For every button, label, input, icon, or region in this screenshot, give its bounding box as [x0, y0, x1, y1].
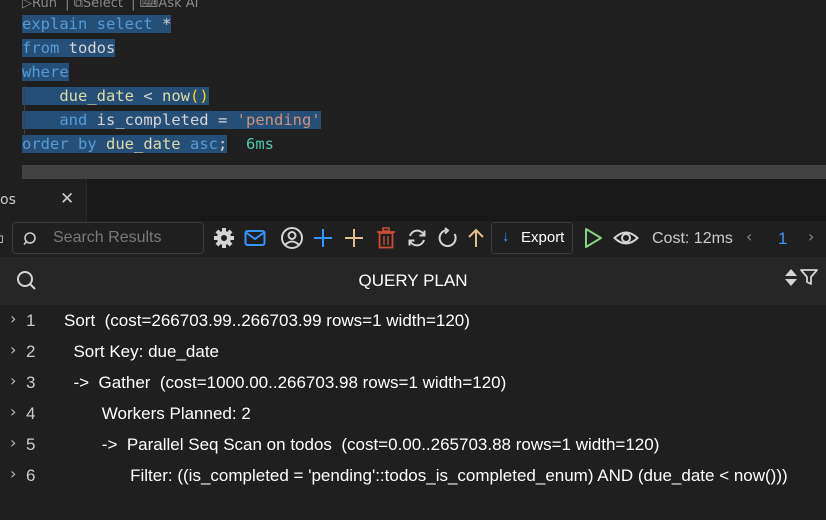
page-number: 1	[778, 229, 788, 248]
code-line-2[interactable]: from todos	[22, 36, 116, 60]
search-icon	[23, 232, 36, 246]
table-row[interactable]: › 6 Filter: ((is_completed = 'pending'::…	[0, 462, 826, 493]
chevron-right-icon[interactable]: ›	[10, 433, 16, 452]
chevron-right-icon[interactable]: ›	[10, 371, 16, 390]
row-number: 4	[26, 404, 36, 423]
select-codelens[interactable]: ⧉Select	[74, 0, 125, 11]
row-number: 6	[26, 466, 36, 485]
scrollbar-gutter	[0, 165, 22, 179]
mail-icon[interactable]	[243, 226, 267, 250]
arrow-up-icon[interactable]	[464, 226, 488, 250]
close-icon[interactable]: ✕	[60, 189, 74, 209]
trash-icon[interactable]	[374, 226, 398, 250]
results-tab-strip: os ✕	[0, 179, 826, 221]
sql-editor[interactable]: ▷Run | ⧉Select | ⌨Ask AI explain select …	[0, 0, 826, 165]
row-number: 1	[26, 311, 36, 330]
row-number: 3	[26, 373, 36, 392]
code-line-4[interactable]: due_date < now()	[22, 84, 209, 108]
add-column-icon[interactable]	[342, 226, 366, 250]
cost-text: Cost: 12ms	[652, 230, 733, 247]
next-page-button[interactable]: ›	[808, 227, 814, 246]
query-plan-cell[interactable]: Sort (cost=266703.99..266703.99 rows=1 w…	[64, 311, 470, 331]
run-codelens[interactable]: ▷Run	[22, 0, 59, 11]
panel-edge-icon: ▫	[0, 229, 4, 247]
chevron-right-icon[interactable]: ›	[10, 309, 16, 328]
table-row[interactable]: › 3 -> Gather (cost=1000.00..266703.98 r…	[0, 369, 826, 400]
export-button[interactable]: ↓ Export	[491, 222, 573, 254]
code-line-5[interactable]: and is_completed = 'pending'	[22, 108, 321, 132]
code-line-3[interactable]: where	[22, 60, 69, 84]
row-number: 2	[26, 342, 36, 361]
table-row[interactable]: › 4 Workers Planned: 2	[0, 400, 826, 431]
chevron-right-icon[interactable]: ›	[10, 402, 16, 421]
add-row-icon[interactable]	[311, 226, 335, 250]
row-number: 5	[26, 435, 36, 454]
results-header: QUERY PLAN	[0, 257, 826, 305]
query-plan-cell[interactable]: Workers Planned: 2	[64, 404, 251, 424]
sort-icon[interactable]	[784, 268, 798, 288]
code-line-6[interactable]: order by due_date asc; 6ms	[22, 132, 274, 156]
search-input[interactable]	[53, 227, 198, 249]
query-timing: 6ms	[246, 135, 274, 153]
table-row[interactable]: › 1 Sort (cost=266703.99..266703.99 rows…	[0, 307, 826, 338]
query-plan-cell[interactable]: Sort Key: due_date	[64, 342, 219, 362]
filter-icon[interactable]	[800, 268, 818, 286]
query-plan-cell[interactable]: -> Parallel Seq Scan on todos (cost=0.00…	[64, 435, 660, 455]
search-box[interactable]	[12, 222, 204, 254]
results-toolbar: ▫ ↓ Export Cost: 12ms ‹ 1 ›	[0, 221, 826, 257]
refresh-icon[interactable]	[436, 226, 460, 250]
eye-icon[interactable]	[612, 226, 640, 250]
gear-icon[interactable]	[212, 226, 236, 250]
indent-guide	[24, 86, 25, 134]
horizontal-scrollbar[interactable]	[22, 165, 826, 179]
code-line-1[interactable]: explain select *	[22, 12, 172, 36]
tab-results[interactable]: os ✕	[0, 179, 87, 221]
sync-icon[interactable]	[405, 226, 429, 250]
chevron-right-icon[interactable]: ›	[10, 464, 16, 483]
ask-ai-codelens[interactable]: ⌨Ask AI	[140, 0, 201, 11]
prev-page-button[interactable]: ‹	[746, 227, 752, 246]
column-header-query-plan[interactable]: QUERY PLAN	[0, 271, 826, 291]
table-row[interactable]: › 2 Sort Key: due_date	[0, 338, 826, 369]
export-label: Export	[521, 229, 565, 246]
tab-label: os	[0, 192, 16, 208]
codelens-bar: ▷Run | ⧉Select | ⌨Ask AI	[22, 0, 202, 11]
arrow-down-icon: ↓	[502, 228, 510, 245]
play-icon[interactable]	[581, 226, 605, 250]
account-icon[interactable]	[280, 226, 304, 250]
query-plan-cell[interactable]: -> Gather (cost=1000.00..266703.98 rows=…	[64, 373, 506, 393]
results-grid: › 1 Sort (cost=266703.99..266703.99 rows…	[0, 305, 826, 520]
chevron-right-icon[interactable]: ›	[10, 340, 16, 359]
query-plan-cell[interactable]: Filter: ((is_completed = 'pending'::todo…	[64, 466, 788, 486]
table-row[interactable]: › 5 -> Parallel Seq Scan on todos (cost=…	[0, 431, 826, 462]
